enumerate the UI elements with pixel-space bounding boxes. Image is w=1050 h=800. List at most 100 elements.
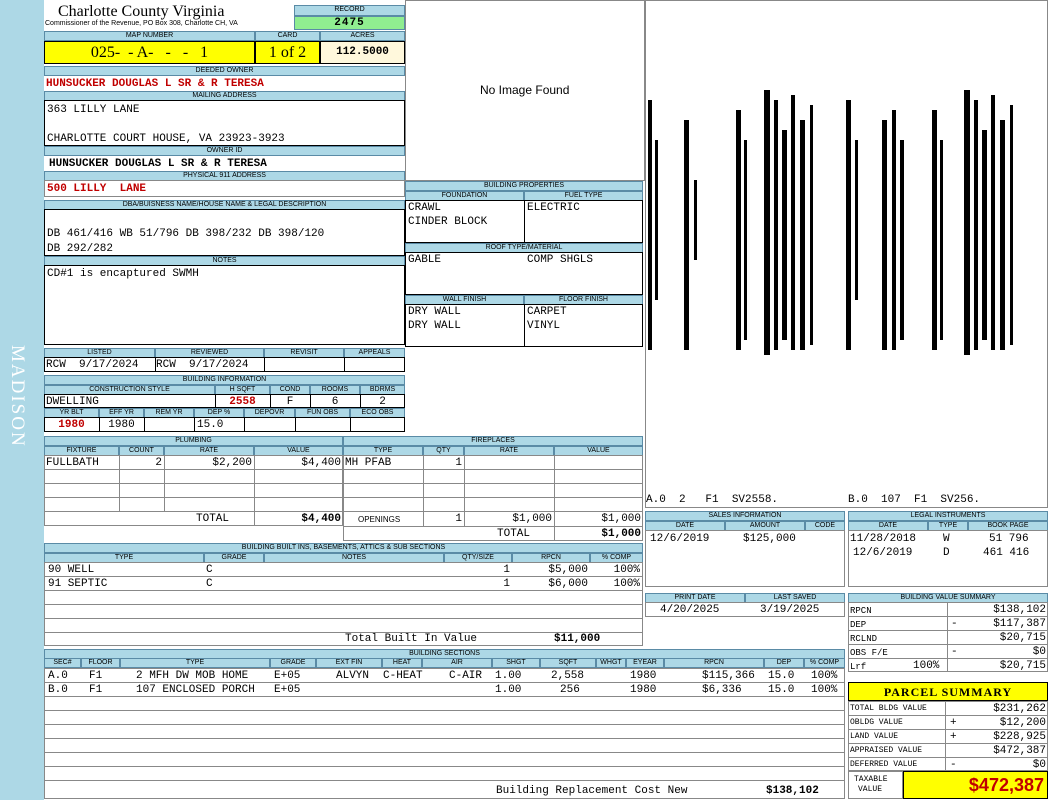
bvs-rpcn-label: RPCN — [850, 606, 872, 616]
openings-rate: $1,000 — [512, 513, 552, 525]
sidebar-label: MADISON — [7, 345, 28, 448]
section-cell: 15.0 — [768, 684, 795, 696]
sections-col-header: RPCN — [664, 658, 764, 668]
section-cell: 1.00 — [495, 684, 522, 696]
mailing-line1: 363 LILLY LANE — [47, 104, 140, 116]
foundation-2: CINDER BLOCK — [408, 216, 488, 228]
sections-col-header: EXT FIN — [316, 658, 382, 668]
sections-col-header: SQFT — [540, 658, 596, 668]
section-cell: 1980 — [630, 684, 657, 696]
parcel-row-label: LAND VALUE — [850, 732, 899, 741]
sketch-stroke — [846, 100, 851, 350]
section-cell: E+05 — [274, 684, 301, 696]
openings-value: $1,000 — [601, 513, 641, 525]
sections-col-header: DEP — [764, 658, 804, 668]
sections-col-header: SHGT — [492, 658, 540, 668]
parcel-row-value: $228,925 — [993, 731, 1046, 743]
bvs-dep-label: DEP — [850, 620, 867, 630]
dep-value: 15.0 — [197, 419, 224, 431]
sketch-stroke — [648, 100, 652, 350]
sketch-stroke — [882, 120, 887, 350]
sketch-stroke — [744, 140, 747, 340]
section-cell: 1980 — [630, 670, 657, 682]
sketch-stroke — [892, 110, 896, 350]
section-cell: C-AIR — [449, 670, 483, 682]
sketch-stroke — [774, 100, 778, 350]
section-cell: 256 — [560, 684, 580, 696]
builtin-grade: C — [206, 578, 213, 590]
plumbing-label: PLUMBING — [44, 436, 343, 446]
sketch-stroke — [684, 120, 689, 350]
sections-col-header: EYEAR — [626, 658, 664, 668]
section-cell: ALVYN — [336, 670, 370, 682]
section-cell: 100% — [811, 684, 838, 696]
sketch-glyphs — [648, 90, 1013, 355]
parcel-row-value: $472,387 — [993, 745, 1046, 757]
sidebar: MADISON — [0, 0, 44, 800]
parcel-row-label: OBLDG VALUE — [850, 718, 903, 727]
sketch-stroke — [982, 130, 987, 340]
sketch-stroke — [855, 140, 858, 300]
hsqft-value: 2558 — [229, 396, 256, 408]
record-label: RECORD — [294, 5, 405, 16]
yrblt-value: 1980 — [58, 419, 85, 431]
builtin-type: 91 SEPTIC — [48, 578, 108, 590]
photo-placeholder: No Image Found — [480, 83, 570, 97]
rooms-value: 6 — [331, 396, 339, 408]
sections-col-header: SEC# — [44, 658, 81, 668]
builtins-total: $11,000 — [554, 633, 601, 645]
builtin-comp: 100% — [613, 564, 640, 576]
builtin-comp: 100% — [613, 578, 640, 590]
bvs-rpcn: $138,102 — [993, 604, 1046, 616]
building-properties-label: BUILDING PROPERTIES — [405, 181, 643, 191]
legal-instruments-label: LEGAL INSTRUMENTS — [848, 511, 1048, 521]
plumbing-total-label: TOTAL — [196, 513, 230, 525]
deeded-owner-label: DEEDED OWNER — [44, 66, 405, 76]
listed-value: RCW 9/17/2024 — [46, 359, 139, 371]
county-subtitle: Commissioner of the Revenue, PO Box 308,… — [45, 20, 238, 27]
section-cell: B.0 — [48, 684, 68, 696]
legal-inst-date: 11/28/2018 — [850, 533, 917, 545]
acres-value: 112.5000 — [320, 41, 405, 64]
parcel-row-label: APPRAISED VALUE — [850, 746, 923, 755]
fireplaces-total-label: TOTAL — [497, 528, 531, 540]
legal-inst-bookpage: 51 796 — [989, 533, 1029, 545]
record-value: 2475 — [294, 16, 405, 30]
taxable-label-1: TAXABLE — [854, 775, 888, 784]
fireplace-type: MH PFAB — [345, 457, 392, 469]
section-cell: F1 — [89, 684, 103, 696]
fuel-type: ELECTRIC — [527, 202, 580, 214]
sections-col-header: AIR — [422, 658, 492, 668]
sketch-stroke — [991, 95, 995, 350]
sections-col-header: % COMP — [804, 658, 845, 668]
last-saved: 3/19/2025 — [760, 604, 820, 616]
sketch-stroke — [1010, 105, 1013, 345]
section-cell: $115,366 — [702, 670, 755, 682]
sections-col-header: WHGT — [596, 658, 626, 668]
sales-label: SALES INFORMATION — [645, 511, 845, 521]
foundation-1: CRAWL — [408, 202, 442, 214]
floor-finish-1: CARPET — [527, 306, 567, 318]
builtin-type: 90 WELL — [48, 564, 95, 576]
notes-value: CD#1 is encaptured SWMH — [47, 268, 199, 280]
parcel-row-value: $12,200 — [999, 717, 1046, 729]
sketch-stroke — [900, 140, 904, 340]
builtin-grade: C — [206, 564, 213, 576]
sections-col-header: HEAT — [382, 658, 422, 668]
plumbing-value: $4,400 — [301, 457, 341, 469]
sketch-stroke — [964, 90, 970, 355]
section-cell: $6,336 — [702, 684, 742, 696]
sketch-stroke — [1000, 120, 1005, 350]
sketch-stroke — [800, 120, 805, 350]
map-number-label: MAP NUMBER — [44, 31, 255, 41]
effyr-value: 1980 — [108, 419, 135, 431]
owner-id-label: OWNER ID — [44, 146, 405, 156]
legal-inst-type: W — [943, 533, 950, 545]
wall-finish-1: DRY WALL — [408, 306, 461, 318]
sections-col-header: TYPE — [120, 658, 270, 668]
openings-label: OPENINGS — [358, 515, 401, 524]
county-title: Charlotte County Virginia — [58, 3, 225, 20]
parcel-row-value: $231,262 — [993, 703, 1046, 715]
owner-id-value: HUNSUCKER DOUGLAS L SR & R TERESA — [49, 158, 267, 170]
fireplace-qty: 1 — [455, 457, 462, 469]
